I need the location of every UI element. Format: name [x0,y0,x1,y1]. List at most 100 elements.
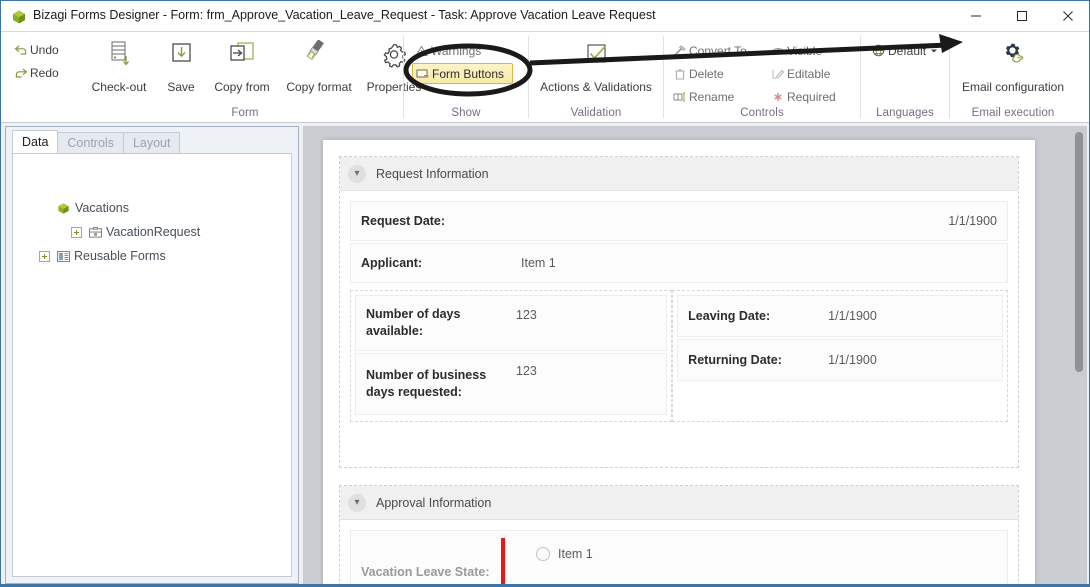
rename-button[interactable]: Rename [670,86,734,107]
tree-item-label: Reusable Forms [74,249,166,263]
title-bar: Bizagi Forms Designer - Form: frm_Approv… [1,1,1089,32]
close-button[interactable] [1045,1,1089,31]
copy-format-label: Copy format [286,80,352,94]
column-left: Number of days available: 123 Number of … [350,290,673,422]
canvas-vertical-scrollbar[interactable] [1071,126,1087,584]
app-icon [11,9,27,25]
data-tree: Vacations VacationRequest Reusable Forms [12,153,292,577]
validation-check-icon [531,36,661,78]
field-label: Applicant: [361,256,423,270]
form-buttons-icon [413,68,432,80]
tree-item-label: Vacations [75,201,129,215]
section-body: Request Date: 1/1/1900 Applicant: Item 1… [340,191,1018,434]
expand-plus-icon[interactable] [39,250,50,262]
radio-button-icon[interactable] [536,547,550,561]
two-column-layout: Number of days available: 123 Number of … [350,290,1008,422]
ribbon-group-label-controls: Controls [740,107,784,119]
editable-toggle[interactable]: Editable [768,63,830,84]
save-button[interactable]: Save [149,36,213,96]
undo-label: Undo [30,42,59,57]
convert-to-label: Convert To [689,43,747,58]
expand-plus-icon[interactable] [71,226,82,238]
field-value: Item 1 [558,547,593,561]
ribbon-group-label-form: Form [231,107,259,119]
chevron-down-icon[interactable]: ▾ [348,164,366,183]
copy-format-button[interactable]: Copy format [277,36,361,96]
copy-from-label: Copy from [214,80,270,94]
tree-item-vacationrequest[interactable]: VacationRequest [71,223,200,241]
form-section-approval-information: ▾ Approval Information Vacation Leave St… [339,485,1019,584]
language-default-dropdown[interactable]: Default [869,40,938,61]
globe-icon [869,44,888,57]
ribbon-group-show: Warnings Form Buttons Show [404,32,528,122]
ribbon-group-controls: Convert To Delete Rename Visible Editabl… [664,32,860,122]
visible-label: Visible [787,43,823,58]
section-header: ▾ Approval Information [340,486,1018,520]
panel-tabs: Data Controls Layout [12,130,181,153]
warnings-toggle[interactable]: Warnings [412,40,481,61]
field-marker-red-bar [501,538,505,584]
ribbon-group-languages: Default Languages [861,32,949,122]
delete-button[interactable]: Delete [670,63,724,84]
undo-button[interactable]: Undo [11,39,59,60]
convert-to-button[interactable]: Convert To [670,40,747,61]
copy-from-icon [205,36,279,78]
field-row-applicant[interactable]: Applicant: Item 1 [350,243,1008,283]
copy-from-button[interactable]: Copy from [205,36,279,96]
form-section-request-information: ▾ Request Information Request Date: 1/1/… [339,156,1019,468]
editable-pencil-icon [768,68,787,80]
window-title: Bizagi Forms Designer - Form: frm_Approv… [33,8,656,22]
field-label: Number of days available: [366,307,461,338]
form-buttons-toggle[interactable]: Form Buttons [412,63,514,84]
field-label: Number of business days requested: [366,368,487,399]
minimize-button[interactable] [953,1,999,31]
field-row-vacation-leave-state[interactable]: Vacation Leave State: Item 1 [350,530,1008,584]
save-icon [149,36,213,78]
ribbon-toolbar: Undo Redo Check-out Save Copy from Copy … [1,32,1089,123]
tab-layout[interactable]: Layout [122,132,181,153]
form-buttons-label: Form Buttons [432,66,505,81]
field-row-returning-date[interactable]: Returning Date: 1/1/1900 [677,339,1003,381]
left-panel: Data Controls Layout Vacations VacationR… [5,126,299,584]
tree-item-reusable-forms[interactable]: Reusable Forms [39,247,166,265]
tree-item-label: VacationRequest [106,225,201,239]
check-out-icon [87,36,151,78]
radio-option[interactable]: Item 1 [536,547,593,561]
email-configuration-button[interactable]: Email configuration [952,36,1074,96]
tab-controls[interactable]: Controls [57,132,124,153]
eye-icon [768,45,787,57]
entity-cube-icon [57,202,75,215]
tree-item-vacations[interactable]: Vacations [57,199,129,217]
required-label: Required [787,89,836,104]
section-header: ▾ Request Information [340,157,1018,191]
delete-label: Delete [689,66,724,81]
field-label: Vacation Leave State: [361,565,490,579]
ribbon-group-form: Check-out Save Copy from Copy format Pro… [87,32,421,122]
field-value: 1/1/1900 [828,353,877,367]
field-row-leaving-date[interactable]: Leaving Date: 1/1/1900 [677,295,1003,337]
maximize-button[interactable] [999,1,1045,31]
actions-validations-button[interactable]: Actions & Validations [531,36,661,96]
check-out-label: Check-out [91,80,147,94]
field-row-days-available[interactable]: Number of days available: 123 [355,295,668,351]
check-out-button[interactable]: Check-out [87,36,151,96]
field-value: 1/1/1900 [948,214,997,228]
redo-button[interactable]: Redo [11,62,59,83]
field-row-business-days-requested[interactable]: Number of business days requested: 123 [355,353,668,415]
visible-toggle[interactable]: Visible [768,40,822,61]
copy-format-icon [277,36,361,78]
field-label: Request Date: [361,214,446,228]
warning-triangle-icon [412,45,431,57]
chevron-down-icon [930,44,938,58]
scrollbar-thumb[interactable] [1075,132,1083,372]
form-table-icon [88,226,106,239]
required-asterisk-icon [768,91,787,103]
chevron-down-icon[interactable]: ▾ [348,493,366,512]
tab-controls-label: Controls [67,136,114,150]
tab-data[interactable]: Data [12,130,59,153]
save-label: Save [167,80,195,94]
required-toggle[interactable]: Required [768,86,836,107]
field-row-request-date[interactable]: Request Date: 1/1/1900 [350,201,1008,241]
field-label: Returning Date: [688,353,782,367]
undo-icon [11,44,30,56]
